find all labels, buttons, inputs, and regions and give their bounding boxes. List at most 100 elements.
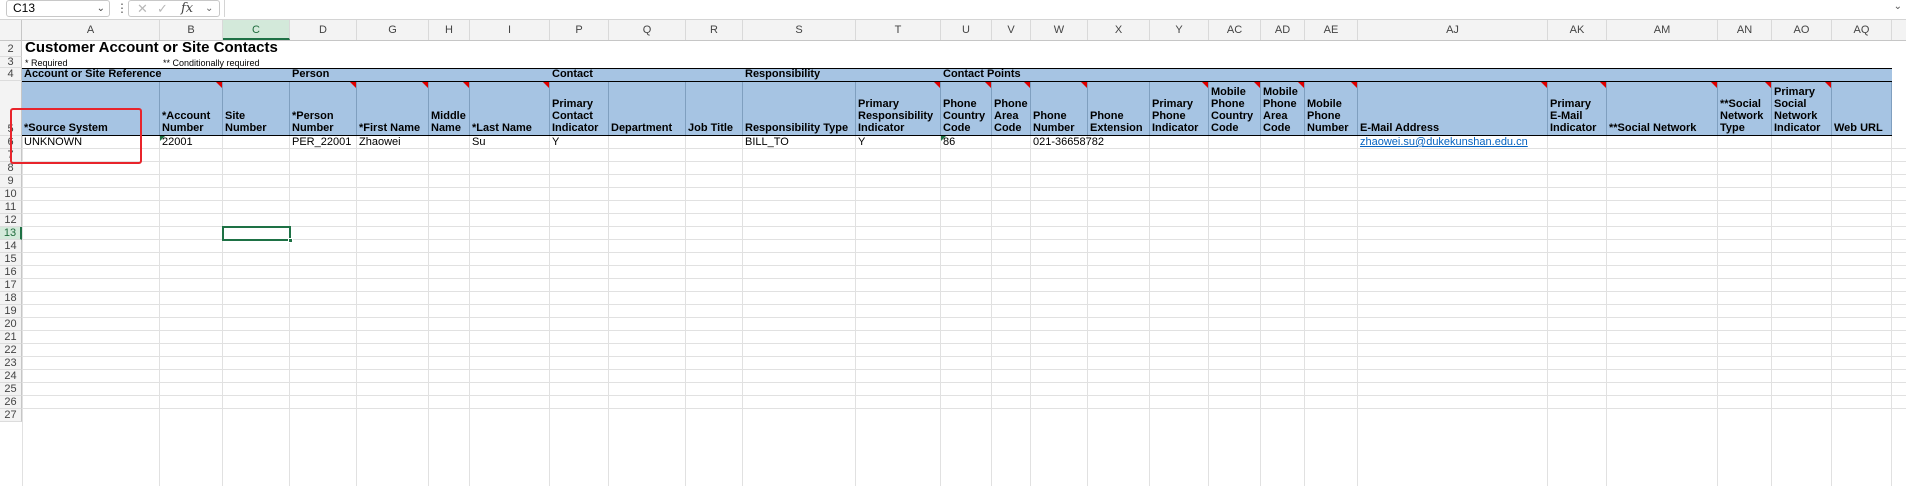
comment-indicator-icon[interactable]: [1541, 82, 1547, 88]
comment-indicator-icon[interactable]: [1081, 82, 1087, 88]
comment-indicator-icon[interactable]: [1765, 82, 1771, 88]
field-header[interactable]: Job Title: [686, 82, 743, 135]
column-header-x[interactable]: X: [1088, 20, 1150, 40]
row-header-9[interactable]: 9: [0, 175, 22, 188]
field-header[interactable]: E-Mail Address: [1358, 82, 1548, 135]
field-header[interactable]: Primary E-Mail Indicator: [1548, 82, 1607, 135]
comment-indicator-icon[interactable]: [216, 82, 222, 88]
column-header-p[interactable]: P: [550, 20, 609, 40]
comment-indicator-icon[interactable]: [1202, 82, 1208, 88]
comment-indicator-icon[interactable]: [1024, 82, 1030, 88]
column-header-a[interactable]: A: [22, 20, 160, 40]
field-header[interactable]: Phone Number: [1031, 82, 1088, 135]
name-box[interactable]: C13 ⌄: [6, 0, 110, 17]
row-header-16[interactable]: 16: [0, 266, 22, 279]
field-header[interactable]: Mobile Phone Area Code: [1261, 82, 1305, 135]
comment-indicator-icon[interactable]: [1600, 82, 1606, 88]
row-header-24[interactable]: 24: [0, 370, 22, 383]
comment-indicator-icon[interactable]: [1351, 82, 1357, 88]
field-header[interactable]: *Person Number: [290, 82, 357, 135]
field-header[interactable]: Mobile Phone Number: [1305, 82, 1358, 135]
field-header[interactable]: Department: [609, 82, 686, 135]
column-header-aq[interactable]: AQ: [1832, 20, 1892, 40]
column-header-y[interactable]: Y: [1150, 20, 1209, 40]
comment-indicator-icon[interactable]: [422, 82, 428, 88]
row-header-3[interactable]: 3: [0, 57, 22, 68]
insert-function-icon[interactable]: fx: [181, 1, 193, 16]
comment-indicator-icon[interactable]: [934, 82, 940, 88]
column-header-i[interactable]: I: [470, 20, 550, 40]
field-header[interactable]: Primary Responsibility Indicator: [856, 82, 941, 135]
number-as-text-icon[interactable]: [160, 136, 165, 141]
column-header-ad[interactable]: AD: [1261, 20, 1305, 40]
data-cell[interactable]: Y: [550, 136, 559, 149]
column-header-u[interactable]: U: [941, 20, 992, 40]
row-header-4[interactable]: 4: [0, 68, 22, 81]
comment-indicator-icon[interactable]: [463, 82, 469, 88]
column-header-h[interactable]: H: [429, 20, 470, 40]
comment-indicator-icon[interactable]: [1298, 82, 1304, 88]
data-cell[interactable]: Y: [856, 136, 865, 149]
formula-input[interactable]: [224, 0, 1896, 17]
field-header[interactable]: *Last Name: [470, 82, 550, 135]
email-link[interactable]: zhaowei.su@dukekunshan.edu.cn: [1358, 136, 1528, 149]
column-header-c[interactable]: C: [223, 20, 290, 40]
comment-indicator-icon[interactable]: [1825, 82, 1831, 88]
chevron-down-icon[interactable]: ⌄: [205, 1, 213, 16]
expand-formula-bar-icon[interactable]: ⌄: [1894, 1, 1902, 12]
comment-indicator-icon[interactable]: [350, 82, 356, 88]
column-header-q[interactable]: Q: [609, 20, 686, 40]
column-header-ae[interactable]: AE: [1305, 20, 1358, 40]
field-header[interactable]: Site Number: [223, 82, 290, 135]
data-cell[interactable]: BILL_TO: [743, 136, 789, 149]
column-header-t[interactable]: T: [856, 20, 941, 40]
field-header[interactable]: Phone Extension: [1088, 82, 1150, 135]
field-header[interactable]: **Social Network Type: [1718, 82, 1772, 135]
worksheet-grid[interactable]: Customer Account or Site Contacts * Requ…: [10, 40, 1906, 486]
field-header[interactable]: *First Name: [357, 82, 429, 135]
row-header-23[interactable]: 23: [0, 357, 22, 370]
row-header-13[interactable]: 13: [0, 227, 22, 240]
row-header-27[interactable]: 27: [0, 409, 22, 422]
data-cell[interactable]: 021-36658782: [1031, 136, 1104, 149]
comment-indicator-icon[interactable]: [1711, 82, 1717, 88]
column-header-g[interactable]: G: [357, 20, 429, 40]
field-header[interactable]: Responsibility Type: [743, 82, 856, 135]
column-header-r[interactable]: R: [686, 20, 743, 40]
data-cell[interactable]: Su: [470, 136, 485, 149]
enter-check-icon[interactable]: ✓: [157, 1, 168, 16]
row-header-10[interactable]: 10: [0, 188, 22, 201]
column-header-s[interactable]: S: [743, 20, 856, 40]
row-header-18[interactable]: 18: [0, 292, 22, 305]
column-header-am[interactable]: AM: [1607, 20, 1718, 40]
field-header[interactable]: **Social Network: [1607, 82, 1718, 135]
field-header[interactable]: *Account Number: [160, 82, 223, 135]
comment-indicator-icon[interactable]: [985, 82, 991, 88]
row-header-17[interactable]: 17: [0, 279, 22, 292]
row-header-26[interactable]: 26: [0, 396, 22, 409]
row-header-14[interactable]: 14: [0, 240, 22, 253]
column-header-b[interactable]: B: [160, 20, 223, 40]
data-cell[interactable]: Zhaowei: [357, 136, 401, 149]
column-header-aj[interactable]: AJ: [1358, 20, 1548, 40]
field-header[interactable]: Web URL: [1832, 82, 1892, 135]
row-header-2[interactable]: 2: [0, 41, 22, 57]
column-header-an[interactable]: AN: [1718, 20, 1772, 40]
data-cell[interactable]: PER_22001: [290, 136, 351, 149]
row-header-22[interactable]: 22: [0, 344, 22, 357]
row-header-12[interactable]: 12: [0, 214, 22, 227]
more-options-icon[interactable]: ⋮: [116, 1, 128, 15]
row-header-20[interactable]: 20: [0, 318, 22, 331]
field-header[interactable]: Primary Phone Indicator: [1150, 82, 1209, 135]
column-header-ak[interactable]: AK: [1548, 20, 1607, 40]
field-header[interactable]: Middle Name: [429, 82, 470, 135]
column-header-ac[interactable]: AC: [1209, 20, 1261, 40]
field-header[interactable]: Phone Country Code: [941, 82, 992, 135]
field-header[interactable]: Primary Social Network Indicator: [1772, 82, 1832, 135]
row-header-11[interactable]: 11: [0, 201, 22, 214]
column-header-d[interactable]: D: [290, 20, 357, 40]
column-header-w[interactable]: W: [1031, 20, 1088, 40]
field-header[interactable]: Phone Area Code: [992, 82, 1031, 135]
chevron-down-icon[interactable]: ⌄: [97, 1, 105, 16]
number-as-text-icon[interactable]: [941, 136, 946, 141]
